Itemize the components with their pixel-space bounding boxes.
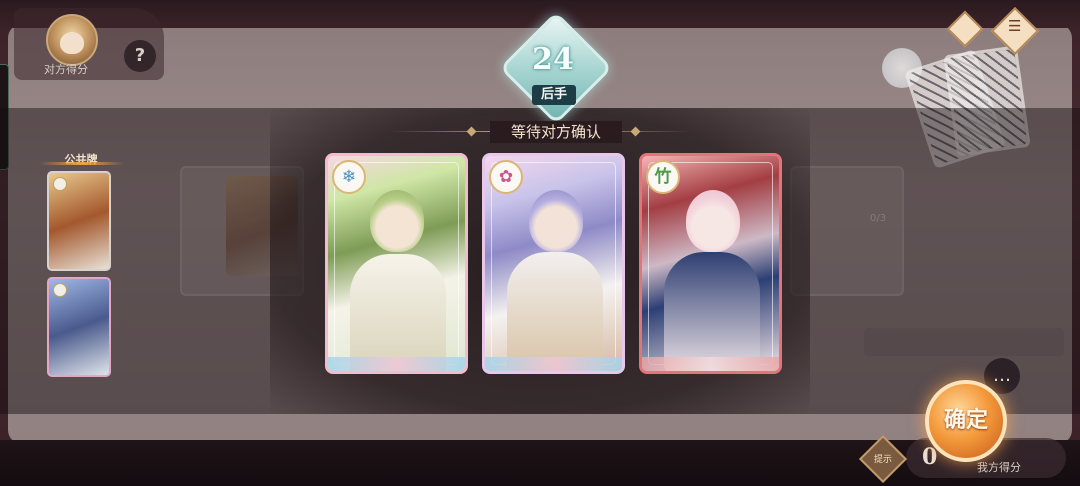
snow-icon: ❄: [332, 160, 366, 194]
opponent-score-label: 对方得分: [44, 63, 88, 76]
timer-value: 24: [532, 42, 574, 77]
status-text: 等待对方确认: [510, 123, 601, 141]
selection-card-1[interactable]: ❄: [325, 153, 468, 374]
character-head: [686, 190, 740, 252]
public-card-1[interactable]: [47, 171, 111, 271]
bamboo-icon: [53, 283, 67, 297]
bamboo-icon: 竹: [646, 160, 680, 194]
flower-icon: ✿: [489, 160, 523, 194]
character-body: [350, 254, 446, 371]
help-button[interactable]: ?: [124, 40, 156, 72]
character-head: [529, 190, 583, 252]
crown-icon: [53, 177, 67, 191]
hint-label: 提示: [873, 455, 892, 465]
confirm-button[interactable]: 确定: [925, 380, 1007, 462]
top-strip: [0, 0, 1080, 28]
character-head: [370, 190, 424, 252]
card-bottom-frame: [642, 357, 779, 371]
label-glow: [40, 162, 124, 165]
menu-glyph-icon: ☰: [1008, 17, 1022, 35]
turn-order-label: 后手: [532, 85, 576, 105]
avatar-face: [60, 32, 84, 54]
selection-card-2[interactable]: ✿: [482, 153, 625, 374]
character-body: [664, 252, 760, 371]
selection-card-3[interactable]: 竹: [639, 153, 782, 374]
card-bottom-frame: [485, 357, 622, 371]
my-score-label: 我方得分: [977, 461, 1021, 474]
card-bottom-frame: [328, 357, 465, 371]
public-card-2[interactable]: [47, 277, 111, 377]
opponent-avatar[interactable]: [46, 14, 98, 66]
progress-counter: 0/3: [870, 213, 887, 224]
character-body: [507, 252, 603, 371]
